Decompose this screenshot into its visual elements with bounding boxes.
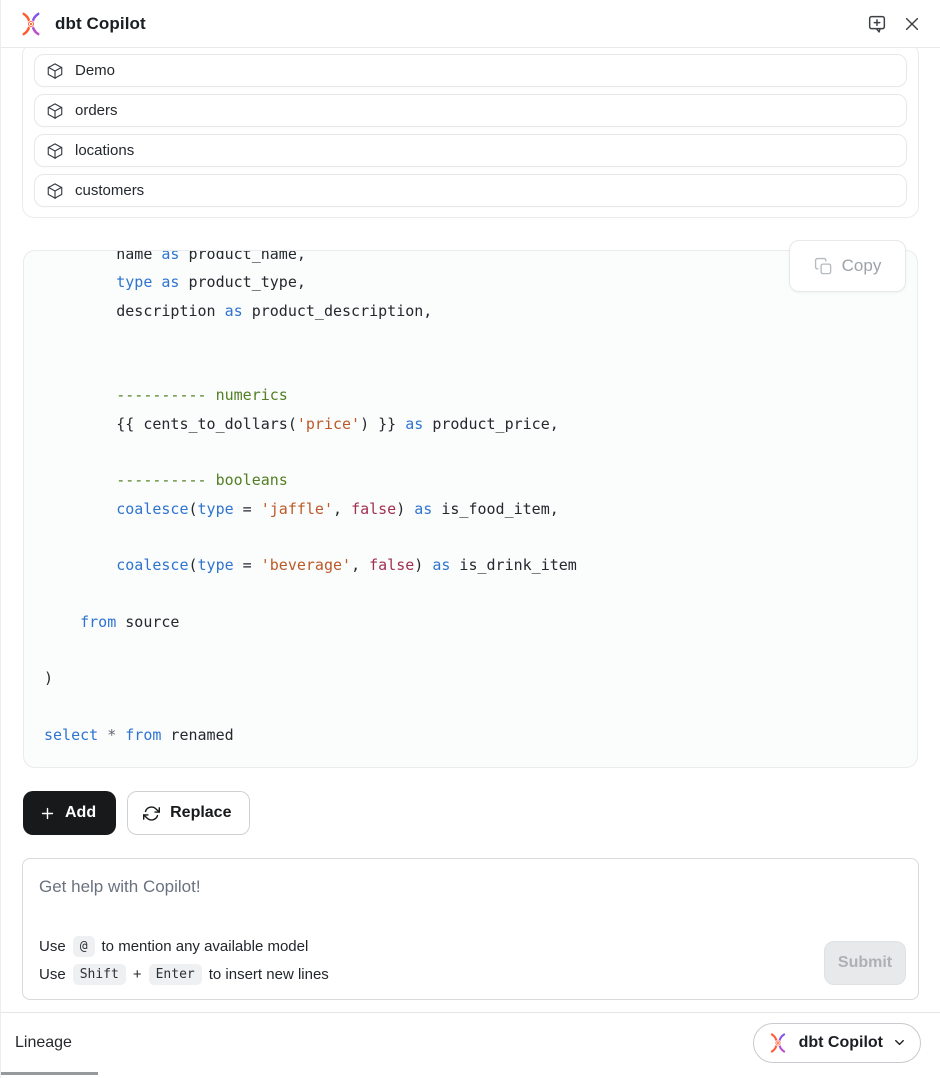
- code-line: [44, 523, 917, 551]
- model-cube-icon: [46, 182, 64, 200]
- open-in-new-window-button[interactable]: [864, 10, 890, 38]
- code-line: select * from renamed: [44, 721, 917, 749]
- code-preview-panel: name as product_name, type as product_ty…: [23, 250, 918, 768]
- kbd-key: @: [73, 936, 95, 957]
- model-chip-label: locations: [75, 142, 134, 159]
- bubble-plus-icon: [866, 12, 888, 36]
- active-tab-indicator: [1, 1072, 98, 1075]
- composer-hint: Use @ to mention any available model: [39, 936, 329, 957]
- model-cube-icon: [46, 142, 64, 160]
- model-chip[interactable]: Demo: [34, 54, 907, 87]
- chevron-down-icon: [892, 1035, 907, 1050]
- prompt-composer: Get help with Copilot! Use @ to mention an…: [22, 858, 919, 1000]
- code-line: type as product_type,: [44, 268, 917, 296]
- hint-text: +: [133, 966, 142, 983]
- code-line: from source: [44, 608, 917, 636]
- code-clip: name as product_name, type as product_ty…: [24, 251, 917, 767]
- sql-code: name as product_name, type as product_ty…: [24, 251, 917, 749]
- close-button[interactable]: [900, 12, 924, 36]
- code-line: {{ cents_to_dollars('price') }} as produ…: [44, 410, 917, 438]
- actions-row: Add Replace: [23, 791, 940, 835]
- add-button-label: Add: [65, 804, 96, 822]
- replace-button-label: Replace: [170, 804, 231, 822]
- code-line: coalesce(type = 'beverage', false) as is…: [44, 551, 917, 579]
- code-line: coalesce(type = 'jaffle', false) as is_f…: [44, 495, 917, 523]
- hint-text: to insert new lines: [209, 966, 329, 983]
- code-line: description as product_description,: [44, 297, 917, 325]
- kbd-key: Enter: [149, 964, 202, 985]
- composer-hints: Use @ to mention any available model Use Shi…: [39, 936, 329, 985]
- code-line: ): [44, 664, 917, 692]
- composer-hint: Use Shift + Enter to insert new lines: [39, 964, 329, 985]
- header-actions: [864, 10, 924, 38]
- panel-header: dbt Copilot: [1, 0, 940, 48]
- code-line: [44, 636, 917, 664]
- submit-button[interactable]: Submit: [824, 941, 906, 985]
- model-chip-label: customers: [75, 182, 144, 199]
- code-line: [44, 693, 917, 721]
- copy-icon: [814, 257, 833, 276]
- model-chip-label: orders: [75, 102, 118, 119]
- hint-text: to mention any available model: [102, 938, 309, 955]
- hint-text: Use: [39, 966, 66, 983]
- bottom-bar: Lineage dbt Copilot: [1, 1012, 940, 1078]
- model-cube-icon: [46, 102, 64, 120]
- model-chip[interactable]: orders: [34, 94, 907, 127]
- copy-button[interactable]: Copy: [789, 240, 906, 292]
- code-line: name as product_name,: [44, 251, 917, 268]
- panel-title-group: dbt Copilot: [17, 11, 146, 37]
- add-button[interactable]: Add: [23, 791, 116, 835]
- code-line: [44, 580, 917, 608]
- prompt-input[interactable]: Get help with Copilot!: [23, 859, 918, 897]
- scroll-area[interactable]: Demo orders locations customers name as pro…: [1, 48, 940, 1012]
- model-chip[interactable]: customers: [34, 174, 907, 207]
- hint-text: Use: [39, 938, 66, 955]
- model-chip[interactable]: locations: [34, 134, 907, 167]
- page-title: dbt Copilot: [55, 14, 146, 34]
- dbt-copilot-logo-icon: [766, 1032, 790, 1054]
- model-cube-icon: [46, 62, 64, 80]
- replace-button[interactable]: Replace: [127, 791, 250, 835]
- dbt-copilot-logo-icon: [17, 11, 45, 37]
- code-line: [44, 438, 917, 466]
- plus-icon: [39, 805, 56, 822]
- code-line: ---------- numerics: [44, 381, 917, 409]
- tab-lineage[interactable]: Lineage: [15, 1034, 72, 1052]
- model-chip-label: Demo: [75, 62, 115, 79]
- refresh-icon: [143, 805, 160, 822]
- code-line: ---------- booleans: [44, 466, 917, 494]
- composer-bottom: Use @ to mention any available model Use Shi…: [39, 936, 906, 985]
- model-list: Demo orders locations customers: [22, 48, 919, 218]
- code-line: [44, 353, 917, 381]
- copilot-selector-label: dbt Copilot: [799, 1034, 883, 1052]
- close-icon: [902, 14, 922, 34]
- kbd-key: Shift: [73, 964, 126, 985]
- copilot-selector-button[interactable]: dbt Copilot: [753, 1023, 921, 1063]
- copy-button-label: Copy: [842, 256, 882, 276]
- code-line: [44, 325, 917, 353]
